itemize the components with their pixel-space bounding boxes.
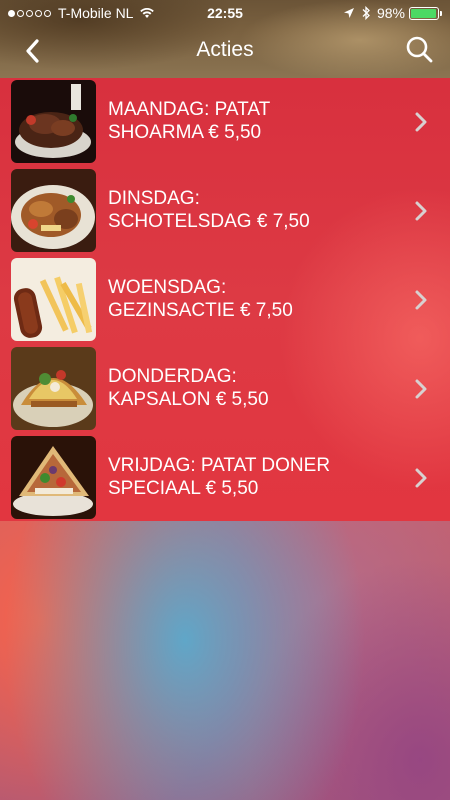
chevron-right-icon [415, 201, 427, 221]
food-photo [11, 169, 96, 252]
chevron-right-icon [415, 112, 427, 132]
item-price: SCHOTELSDAG € 7,50 [108, 211, 310, 232]
item-price: KAPSALON € 5,50 [108, 389, 269, 410]
item-label: MAANDAG: PATAT SHOARMA € 5,50 [108, 98, 398, 144]
list-item[interactable]: DINSDAG: SCHOTELSDAG € 7,50 [0, 167, 450, 256]
deals-list: MAANDAG: PATAT SHOARMA € 5,50 DINSDAG: S… [0, 78, 450, 521]
item-label: WOENSDAG: GEZINSACTIE € 7,50 [108, 276, 398, 322]
item-title: DONDERDAG: [108, 366, 237, 387]
item-price: SPECIAAL € 5,50 [108, 478, 259, 499]
food-photo [11, 347, 96, 430]
item-title: MAANDAG: PATAT [108, 99, 271, 120]
navbar: Acties [0, 26, 450, 76]
status-bar: T-Mobile NL 22:55 98% [0, 0, 450, 26]
battery-icon [409, 6, 439, 20]
bluetooth-icon [362, 6, 370, 20]
item-label: VRIJDAG: PATAT DONER SPECIAAL € 5,50 [108, 454, 398, 500]
search-button[interactable] [404, 34, 436, 66]
location-arrow-icon [343, 8, 354, 18]
list-item[interactable]: MAANDAG: PATAT SHOARMA € 5,50 [0, 78, 450, 167]
chevron-right-icon [415, 468, 427, 488]
list-item[interactable]: WOENSDAG: GEZINSACTIE € 7,50 [0, 256, 450, 345]
battery-tip [440, 10, 442, 16]
battery-fill [411, 8, 437, 18]
item-title: VRIJDAG: PATAT DONER [108, 455, 331, 476]
header: T-Mobile NL 22:55 98% Acties [0, 0, 450, 78]
status-right: 98% [343, 5, 442, 21]
item-price: GEZINSACTIE € 7,50 [108, 300, 293, 321]
food-photo [11, 80, 96, 163]
item-price: SHOARMA € 5,50 [108, 122, 262, 143]
chevron-right-icon [415, 379, 427, 399]
item-label: DONDERDAG: KAPSALON € 5,50 [108, 365, 398, 411]
food-photo [11, 436, 96, 519]
item-title: DINSDAG: [108, 188, 200, 209]
list-item[interactable]: VRIJDAG: PATAT DONER SPECIAAL € 5,50 [0, 434, 450, 523]
search-icon [406, 36, 433, 63]
list-item[interactable]: DONDERDAG: KAPSALON € 5,50 [0, 345, 450, 434]
battery-percent: 98% [376, 5, 405, 21]
page-title: Acties [196, 38, 254, 61]
item-title: WOENSDAG: [108, 277, 227, 298]
item-label: DINSDAG: SCHOTELSDAG € 7,50 [108, 187, 398, 233]
food-photo [11, 258, 96, 341]
chevron-right-icon [415, 290, 427, 310]
